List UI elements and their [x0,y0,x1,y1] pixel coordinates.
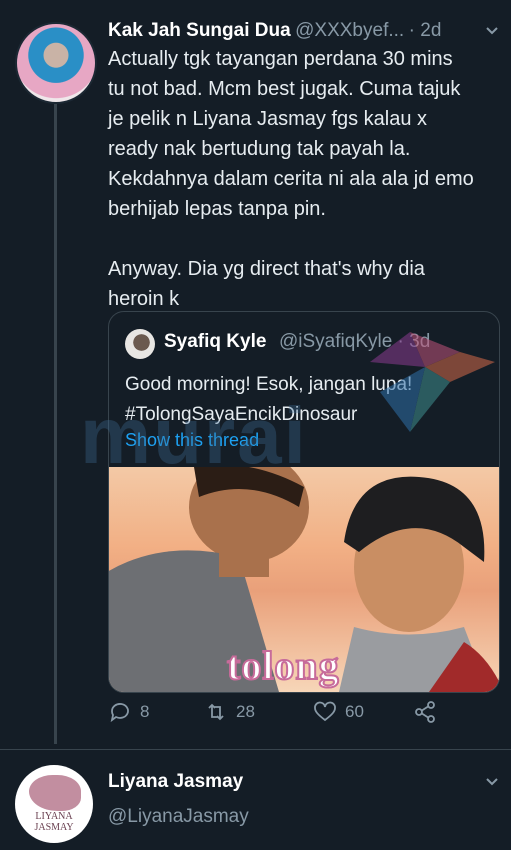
author-name[interactable]: Kak Jah Sungai Dua [108,20,291,41]
like-count: 60 [345,702,364,721]
share-button[interactable] [413,700,437,724]
thread-connector [54,104,57,744]
retweet-button[interactable]: 28 [204,700,255,724]
woman-figure [339,476,499,692]
chevron-down-icon[interactable] [484,773,500,794]
reply-button[interactable]: 8 [108,700,149,724]
reply-count: 8 [140,702,150,721]
show-thread-link[interactable]: Show this thread [125,430,259,451]
heart-icon [314,701,336,722]
tweet-header: Kak Jah Sungai Dua @XXXbyef... · 2d [108,20,478,42]
quoted-tweet[interactable]: Syafiq Kyle @iSyafiqKyle · 3d Good morni… [108,311,500,693]
reply-icon [110,703,129,723]
quoted-tweet-text: Good morning! Esok, jangan lupa! #Tolong… [125,374,413,425]
avatar-graphic [29,775,81,811]
next-author-name[interactable]: Liyana Jasmay [108,771,243,793]
media-title-logo: tolong [226,642,340,689]
author-avatar[interactable] [15,22,97,104]
tweet-text: Actually tgk tayangan perdana 30 mins tu… [108,48,474,310]
like-button[interactable]: 60 [313,700,364,724]
tweet-actions: 8 28 60 [108,700,448,730]
chevron-down-icon[interactable] [484,22,500,43]
avatar-logo-text: LIYANA JASMAY [34,811,74,833]
quoted-media-image[interactable]: tolong [109,467,499,692]
share-icon [415,701,435,723]
retweet-icon [208,703,224,721]
retweet-count: 28 [236,702,255,721]
next-author-handle[interactable]: @LiyanaJasmay [108,806,249,828]
quoted-author-handle: @iSyafiqKyle · 3d [279,331,431,352]
tweet-time[interactable]: · 2d [409,20,442,41]
quoted-author-avatar [125,329,155,359]
quoted-author-name: Syafiq Kyle [164,331,267,352]
next-author-avatar[interactable]: LIYANA JASMAY [15,765,93,843]
author-handle[interactable]: @XXXbyef... [295,20,404,41]
tweet-divider [0,749,511,750]
